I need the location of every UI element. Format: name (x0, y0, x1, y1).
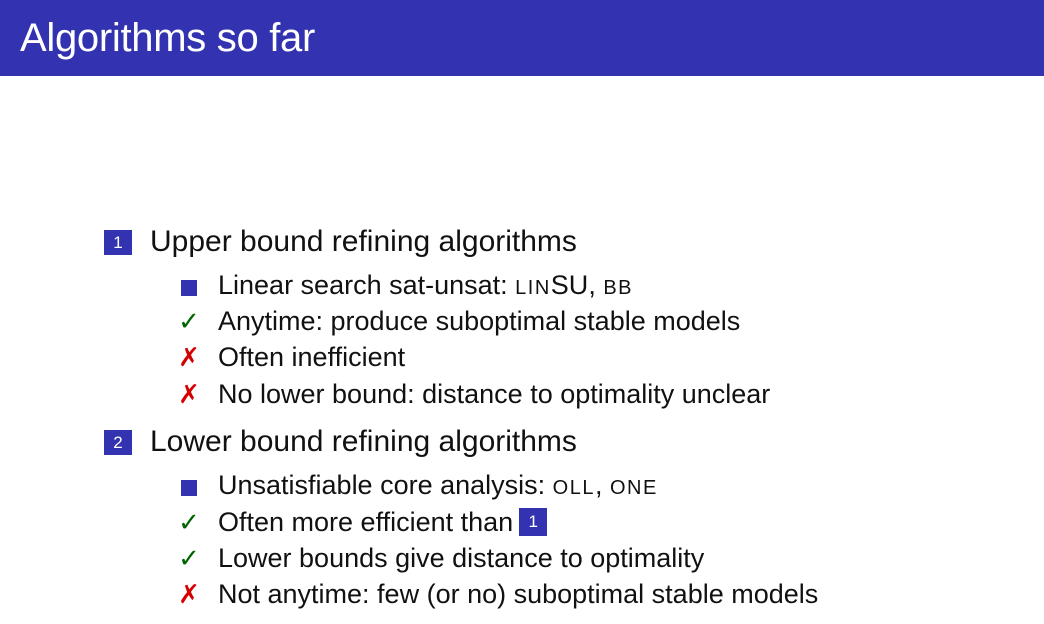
square-bullet-icon (178, 270, 200, 304)
bullet-item: ✓ Often more efficient than 1 (178, 505, 548, 539)
bullet-item: ✗ Not anytime: few (or no) suboptimal st… (178, 577, 818, 611)
bullet-text: Linear search sat-unsat: LINSU, BB (218, 270, 634, 300)
bullet-text: Unsatisfiable core analysis: OLL, ONE (218, 470, 658, 500)
section-number-badge: 2 (104, 429, 132, 455)
bullet-text: No lower bound: distance to optimality u… (218, 379, 771, 409)
check-icon: ✓ (178, 507, 200, 537)
cross-icon: ✗ (178, 579, 200, 609)
cross-icon: ✗ (178, 342, 200, 372)
bullet-item: ✓ Anytime: produce suboptimal stable mod… (178, 304, 740, 338)
bullet-item: Linear search sat-unsat: LINSU, BB (178, 268, 633, 305)
bullet-text: Often more efficient than (218, 507, 514, 537)
bullet-text: Anytime: produce suboptimal stable model… (218, 306, 741, 336)
bullet-item: ✗ No lower bound: distance to optimality… (178, 377, 770, 411)
section-heading-text: Lower bound refining algorithms (150, 425, 577, 458)
bullet-text: Lower bounds give distance to optimality (218, 543, 705, 573)
cross-icon: ✗ (178, 379, 200, 409)
section-number-badge: 1 (104, 229, 132, 255)
section-heading-text: Upper bound refining algorithms (150, 225, 577, 258)
section-2-heading: 2 Lower bound refining algorithms (104, 424, 577, 460)
section-reference-badge: 1 (519, 508, 548, 536)
bullet-text: Often inefficient (218, 342, 406, 372)
bullet-item: ✗ Often inefficient (178, 340, 405, 374)
square-bullet-icon (178, 470, 200, 504)
section-1-heading: 1 Upper bound refining algorithms (104, 224, 577, 260)
bullet-text: Not anytime: few (or no) suboptimal stab… (218, 579, 819, 609)
check-icon: ✓ (178, 306, 200, 336)
slide-content: 1 Upper bound refining algorithms Linear… (0, 0, 1044, 624)
bullet-item: ✓ Lower bounds give distance to optimali… (178, 541, 704, 575)
bullet-item: Unsatisfiable core analysis: OLL, ONE (178, 468, 658, 505)
check-icon: ✓ (178, 543, 200, 573)
